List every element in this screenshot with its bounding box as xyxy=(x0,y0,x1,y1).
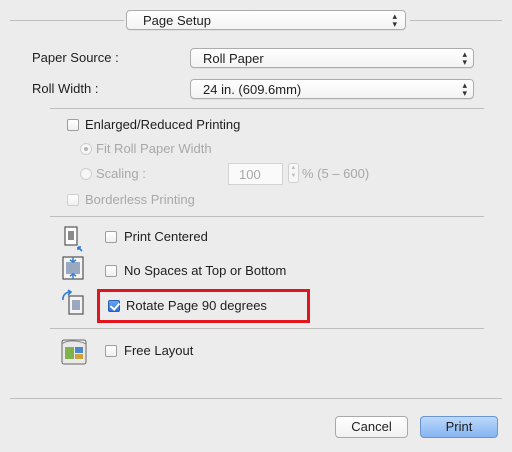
print-centered-icon xyxy=(64,226,83,252)
roll-width-label: Roll Width : xyxy=(32,81,99,96)
free-layout-icon xyxy=(61,339,87,365)
chevron-updown-icon: ▴ ▾ xyxy=(462,49,467,67)
print-centered-checkbox[interactable] xyxy=(105,231,117,243)
chevron-updown-icon: ▴ ▾ xyxy=(392,11,397,29)
no-spaces-icon xyxy=(62,256,84,280)
page-setup-popup[interactable]: Page Setup ▴ ▾ xyxy=(126,10,406,30)
header-separator-left xyxy=(10,20,124,21)
bottom-separator xyxy=(10,398,502,399)
paper-source-label: Paper Source : xyxy=(32,50,119,65)
rotate-page-label: Rotate Page 90 degrees xyxy=(126,298,267,313)
scaling-stepper[interactable]: ▲ ▼ xyxy=(288,163,299,183)
free-layout-checkbox[interactable] xyxy=(105,345,117,357)
scaling-input-value: 100 xyxy=(239,167,261,182)
page-setup-popup-label: Page Setup xyxy=(143,13,211,28)
rotate-page-icon xyxy=(62,289,84,315)
no-spaces-checkbox[interactable] xyxy=(105,265,117,277)
paper-source-select[interactable]: Roll Paper ▴ ▾ xyxy=(190,48,474,68)
scaling-input[interactable]: 100 xyxy=(228,163,283,185)
paper-source-value: Roll Paper xyxy=(203,51,264,66)
no-spaces-label: No Spaces at Top or Bottom xyxy=(124,263,287,278)
header-separator-right xyxy=(410,20,502,21)
free-layout-label: Free Layout xyxy=(124,343,194,358)
print-centered-label: Print Centered xyxy=(124,229,208,244)
print-button[interactable]: Print xyxy=(420,416,498,438)
scaling-range-label: % (5 – 600) xyxy=(302,166,370,181)
separator-1 xyxy=(50,108,484,109)
chevron-updown-icon: ▴ ▾ xyxy=(462,80,467,98)
fit-roll-radio[interactable] xyxy=(80,143,92,155)
enlarged-reduced-checkbox[interactable] xyxy=(67,119,79,131)
rotate-page-checkbox[interactable] xyxy=(108,300,120,312)
separator-2 xyxy=(50,216,484,217)
separator-3 xyxy=(50,328,484,329)
borderless-label: Borderless Printing xyxy=(85,192,195,207)
cancel-button[interactable]: Cancel xyxy=(335,416,408,438)
roll-width-select[interactable]: 24 in. (609.6mm) ▴ ▾ xyxy=(190,79,474,99)
scaling-label: Scaling : xyxy=(96,166,146,181)
fit-roll-label: Fit Roll Paper Width xyxy=(96,141,212,156)
roll-width-value: 24 in. (609.6mm) xyxy=(203,82,302,97)
scaling-radio[interactable] xyxy=(80,168,92,180)
enlarged-reduced-label: Enlarged/Reduced Printing xyxy=(85,117,241,132)
borderless-checkbox[interactable] xyxy=(67,194,79,206)
